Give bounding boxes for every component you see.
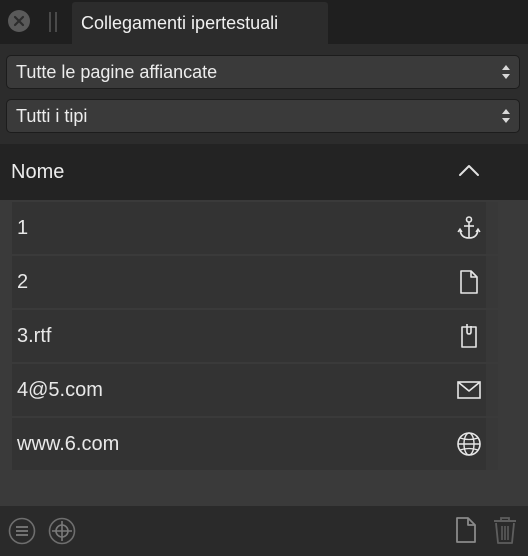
list-header: Nome (0, 144, 528, 200)
list-item-label: www.6.com (17, 433, 120, 455)
pages-filter-value: Tutte le pagine affiancate (16, 62, 218, 82)
panel-footer (0, 506, 528, 556)
file-clip-icon (461, 324, 477, 348)
list-item[interactable]: 4@5.com (12, 364, 486, 416)
new-document-icon[interactable] (452, 516, 480, 544)
chevron-up-icon[interactable] (458, 163, 480, 177)
updown-arrows-icon (502, 65, 510, 79)
types-filter-value: Tutti i tipi (16, 106, 88, 126)
hyperlink-list: 1 2 3.rtf 4@5.com www.6.com (0, 200, 528, 506)
tab-hyperlinks[interactable]: Collegamenti ipertestuali (72, 2, 328, 44)
page-icon (460, 270, 478, 294)
close-icon (13, 15, 25, 27)
list-item-label: 2 (17, 271, 29, 293)
envelope-icon (457, 381, 481, 399)
list-item[interactable]: 1 (12, 202, 486, 254)
crosshair-icon[interactable] (48, 517, 76, 545)
list-item-label: 4@5.com (17, 379, 103, 401)
globe-icon (457, 432, 481, 456)
pages-filter-select[interactable]: Tutte le pagine affiancate (6, 55, 520, 89)
menu-icon[interactable] (8, 517, 36, 545)
list-item[interactable]: 3.rtf (12, 310, 486, 362)
list-item[interactable]: www.6.com (12, 418, 486, 470)
list-item-label: 1 (17, 217, 29, 239)
types-filter-select[interactable]: Tutti i tipi (6, 99, 520, 133)
drag-handle[interactable] (49, 12, 57, 32)
anchor-icon (457, 216, 481, 239)
list-item[interactable]: 2 (12, 256, 486, 308)
tab-title: Collegamenti ipertestuali (81, 13, 279, 33)
trash-icon[interactable] (491, 516, 519, 544)
column-header-name[interactable]: Nome (11, 161, 64, 184)
updown-arrows-icon (502, 109, 510, 123)
list-item-label: 3.rtf (17, 325, 52, 347)
panel-titlebar: Collegamenti ipertestuali (0, 0, 528, 44)
close-panel-button[interactable] (8, 10, 30, 32)
